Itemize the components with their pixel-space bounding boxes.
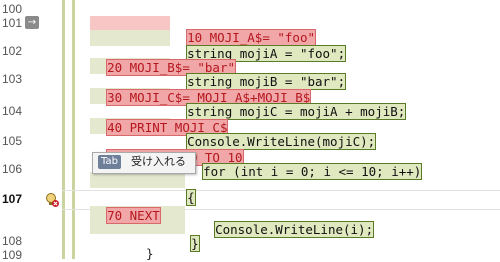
added-text: { (186, 189, 196, 206)
line-number: 103 (1, 72, 22, 86)
line-number: 102 (1, 44, 22, 58)
change-bar (62, 0, 65, 259)
code-line-new: } (176, 220, 200, 252)
accept-suggestion-tooltip[interactable]: Tab 受け入れる (92, 152, 196, 174)
added-text: } (190, 235, 200, 252)
line-number: 109 (1, 248, 22, 262)
line-number: 104 (1, 104, 22, 118)
line-number: 106 (1, 162, 22, 176)
collapse-arrow-icon[interactable]: → (25, 16, 39, 29)
code-line-new: { (172, 174, 196, 206)
line-number-gutter: 100 101 102 103 104 105 106 107 108 109 … (0, 0, 40, 262)
accept-label[interactable]: 受け入れる (131, 154, 186, 170)
line-number-current: 107 (1, 192, 22, 206)
added-text: Console.WriteLine(i); (214, 221, 375, 238)
tab-key-hint: Tab (98, 155, 121, 169)
line-number: 108 (1, 234, 22, 248)
added-region (90, 172, 185, 188)
line-number: 101 (1, 16, 22, 30)
code-line-new: Console.WriteLine(i); (200, 206, 375, 238)
removed-region (90, 16, 170, 30)
line-number: 105 (1, 134, 22, 148)
code-line-new: for (int i = 0; i <= 10; i++) (188, 148, 423, 180)
line-number: 100 (1, 2, 22, 16)
lightbulb-error-icon[interactable] (44, 192, 60, 208)
removed-text: 70 NEXT (106, 207, 161, 224)
change-bar (72, 0, 75, 259)
added-text: for (int i = 0; i <= 10; i++) (202, 163, 423, 180)
code-line-old: 70 NEXT (92, 192, 161, 224)
